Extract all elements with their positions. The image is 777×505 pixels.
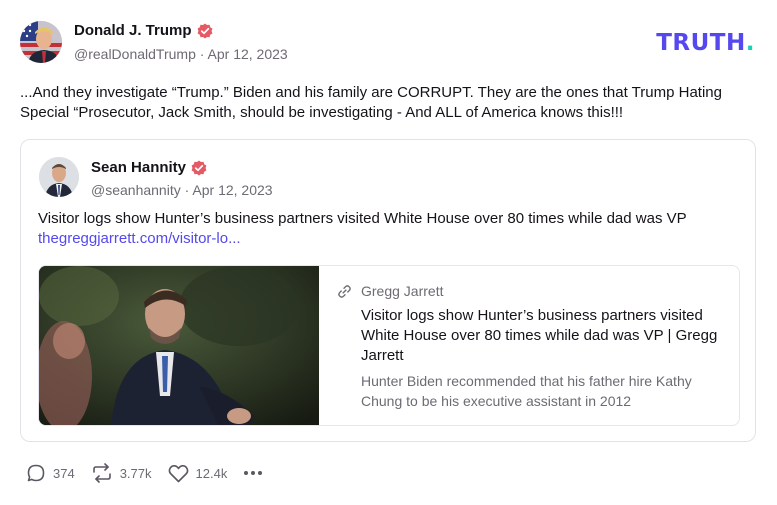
retruth-icon bbox=[92, 463, 111, 483]
author-avatar[interactable] bbox=[20, 21, 62, 63]
heart-icon bbox=[168, 464, 188, 482]
link-preview-card[interactable]: Gregg Jarrett Visitor logs show Hunter’s… bbox=[38, 265, 740, 426]
post-date[interactable]: Apr 12, 2023 bbox=[208, 46, 288, 62]
quote-text: Visitor logs show Hunter’s business part… bbox=[38, 210, 687, 227]
link-preview-image bbox=[39, 266, 319, 425]
more-options-button[interactable] bbox=[243, 470, 263, 476]
quote-link[interactable]: thegreggjarrett.com/visitor-lo... bbox=[38, 229, 241, 249]
card-title[interactable]: Visitor logs show Hunter’s business part… bbox=[361, 306, 723, 366]
link-icon bbox=[338, 284, 351, 298]
card-source-text: Gregg Jarrett bbox=[361, 283, 444, 299]
reply-icon bbox=[27, 464, 45, 482]
quote-author-name-text[interactable]: Sean Hannity bbox=[91, 159, 186, 176]
author-name[interactable]: Donald J. Trump bbox=[74, 22, 213, 39]
author-handle[interactable]: @realDonaldTrump bbox=[74, 46, 196, 62]
quote-date[interactable]: Apr 12, 2023 bbox=[192, 182, 272, 198]
reply-count: 374 bbox=[53, 465, 75, 481]
retruth-count: 3.77k bbox=[119, 465, 152, 481]
card-source: Gregg Jarrett bbox=[337, 283, 443, 299]
like-count: 12.4k bbox=[195, 465, 228, 481]
truth-social-logo[interactable]: TRUTH. bbox=[656, 30, 755, 56]
truth-post: Donald J. Trump @realDonaldTrump · Apr 1… bbox=[0, 0, 777, 505]
verified-badge-icon bbox=[197, 23, 212, 38]
quote-author-name[interactable]: Sean Hannity bbox=[91, 159, 207, 176]
card-description: Hunter Biden recommended that his father… bbox=[361, 373, 692, 409]
quote-author-meta: @seanhannity · Apr 12, 2023 bbox=[91, 182, 273, 198]
more-icon bbox=[244, 471, 263, 475]
meta-separator: · bbox=[199, 46, 208, 62]
post-text: ...And they investigate “Trump.” Biden a… bbox=[20, 84, 722, 121]
reply-button[interactable]: 374 bbox=[26, 463, 75, 483]
quote-author-avatar[interactable] bbox=[39, 157, 79, 197]
quote-author-handle[interactable]: @seanhannity bbox=[91, 182, 181, 198]
quoted-post[interactable]: Sean Hannity @seanhannity · Apr 12, 2023… bbox=[20, 139, 756, 442]
logo-text: TRUTH bbox=[656, 30, 746, 56]
verified-badge-icon bbox=[191, 160, 207, 175]
retruth-button[interactable]: 3.77k bbox=[91, 463, 152, 483]
post-actions: 374 3.77k 12.4k bbox=[26, 463, 263, 483]
author-meta: @realDonaldTrump · Apr 12, 2023 bbox=[74, 46, 288, 62]
like-button[interactable]: 12.4k bbox=[168, 464, 228, 483]
logo-dot: . bbox=[745, 30, 755, 56]
author-name-text[interactable]: Donald J. Trump bbox=[74, 22, 192, 39]
